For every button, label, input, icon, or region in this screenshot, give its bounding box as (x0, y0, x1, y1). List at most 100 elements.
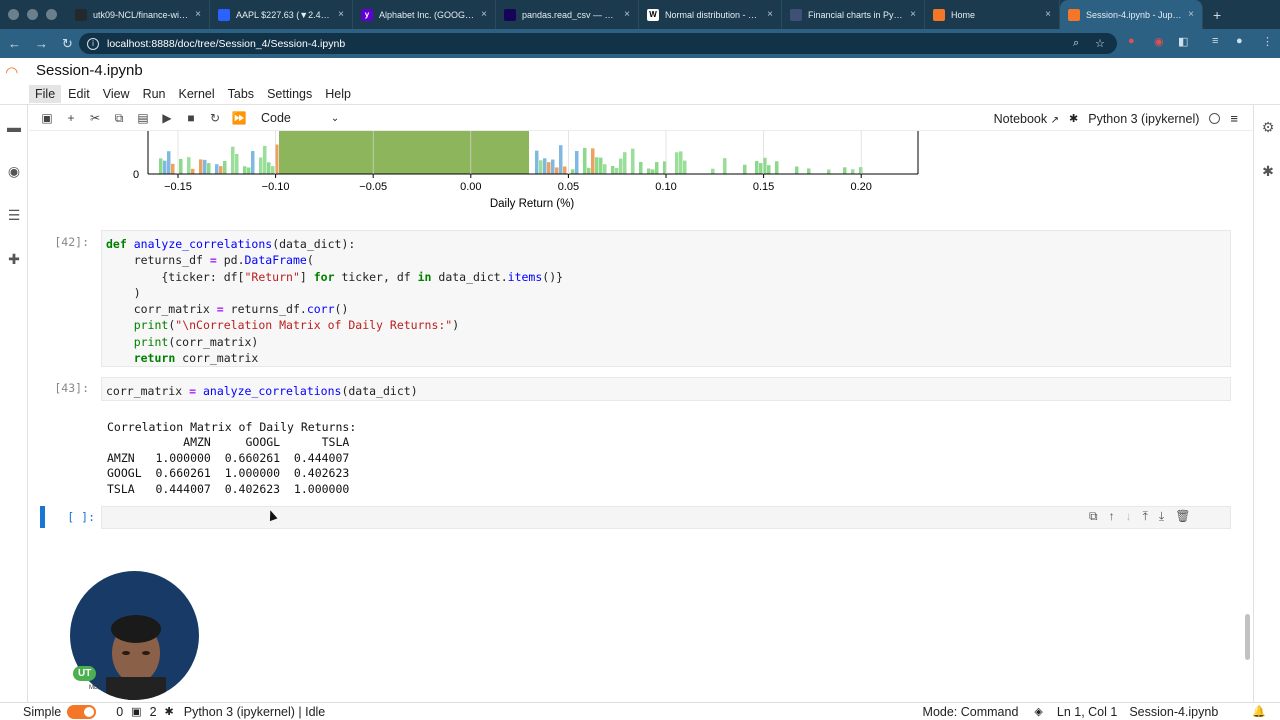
add-cell-icon[interactable]: + (59, 111, 83, 125)
browser-tab[interactable]: Home × (925, 0, 1060, 29)
code-line: corr_matrix = analyze_correlations(data_… (106, 384, 418, 398)
histogram-bar (259, 157, 263, 174)
tab-close-icon[interactable]: × (910, 9, 916, 20)
run-icon[interactable]: ▶ (155, 111, 179, 125)
tab-favicon-icon (1068, 8, 1080, 21)
browser-tab[interactable]: Financial charts in Python × (782, 0, 925, 29)
tab-close-icon[interactable]: × (481, 9, 487, 20)
x-tick-label: 0.05 (558, 181, 579, 193)
notebook-title[interactable]: Session-4.ipynb (36, 62, 143, 79)
url-bar[interactable]: i localhost:8888/doc/tree/Session_4/Sess… (79, 33, 1117, 54)
site-info-icon[interactable]: i (87, 37, 99, 50)
menu-file[interactable]: File (29, 85, 62, 103)
window-controls[interactable] (0, 9, 67, 20)
zoom-icon[interactable]: ⌕ (1073, 37, 1079, 50)
jupyter-logo-icon[interactable]: ◠ (6, 63, 18, 81)
tab-title: utk09-NCL/finance-with- (93, 9, 190, 20)
menu-view[interactable]: View (97, 85, 136, 103)
tab-close-icon[interactable]: × (1045, 9, 1051, 20)
tab-close-icon[interactable]: × (767, 9, 773, 20)
cell-type-select[interactable]: Code ⌄ (261, 111, 339, 125)
tab-title: Normal distribution - Wiki (665, 9, 762, 20)
histogram-bar (543, 158, 547, 174)
menu-run[interactable]: Run (137, 85, 172, 103)
tab-title: Home (951, 9, 976, 20)
forward-icon[interactable]: → (35, 36, 48, 52)
insert-above-icon[interactable]: ⤒ (1143, 509, 1148, 524)
tab-favicon-icon: y (361, 8, 373, 21)
stop-icon[interactable]: ■ (179, 111, 203, 125)
profile-avatar-icon[interactable]: ● (1236, 35, 1243, 47)
kernel-name[interactable]: Python 3 (ipykernel) (1088, 112, 1199, 126)
histogram-bar (603, 164, 607, 174)
menu-kernel[interactable]: Kernel (173, 85, 221, 103)
tab-close-icon[interactable]: × (338, 9, 344, 20)
browser-tab[interactable]: AAPL $227.63 (▼2.40%) × (210, 0, 353, 29)
new-tab-button[interactable]: + (1203, 7, 1231, 23)
menu-settings[interactable]: Settings (261, 85, 318, 103)
browser-tab[interactable]: W Normal distribution - Wiki × (639, 0, 782, 29)
toc-icon[interactable]: ☰ (6, 207, 22, 223)
extension-icon[interactable]: ● (1128, 35, 1135, 47)
histogram-bar (191, 168, 195, 174)
menu-edit[interactable]: Edit (62, 85, 96, 103)
ublock-icon[interactable]: ◉ (1154, 35, 1164, 48)
bookmark-star-icon[interactable]: ☆ (1095, 37, 1105, 50)
chevron-down-icon: ⌄ (330, 112, 340, 124)
delete-cell-icon[interactable]: 🗑 (1175, 509, 1190, 524)
notebook-scrollbar[interactable] (1245, 614, 1250, 660)
output-header: AMZN GOOGL TSLA (107, 435, 350, 450)
notebook-view-button[interactable]: Notebook ↗ (994, 112, 1059, 126)
extensions-puzzle-icon[interactable]: ◧ (1178, 35, 1188, 48)
media-icon[interactable]: ≡ (1212, 35, 1218, 47)
cursor-position[interactable]: Ln 1, Col 1 (1057, 705, 1117, 719)
code-cell-43[interactable]: corr_matrix = analyze_correlations(data_… (101, 377, 1231, 401)
histogram-bar (807, 168, 811, 174)
code-line: def analyze_correlations(data_dict): (106, 237, 356, 251)
menu-tabs[interactable]: Tabs (222, 85, 260, 103)
tab-favicon-icon (75, 8, 87, 21)
run-all-icon[interactable]: ⏩ (227, 111, 251, 125)
browser-tab[interactable]: y Alphabet Inc. (GOOGL) s × (353, 0, 496, 29)
duplicate-cell-icon[interactable]: ⧉ (1089, 509, 1098, 524)
tab-title: pandas.read_csv — panda (522, 9, 618, 20)
histogram-bar (235, 153, 239, 174)
jupyter-header (0, 58, 1280, 85)
tab-close-icon[interactable]: × (195, 9, 201, 20)
histogram-bar (547, 162, 551, 174)
tab-favicon-icon (790, 8, 802, 21)
notebook-panel[interactable]: 0 −0.15 −0.10 −0.05 0.00 0.05 0.10 0.15 0.20 Da… (29, 131, 1253, 702)
hamburger-menu-icon[interactable]: ≡ (1230, 111, 1238, 126)
histogram-bar (163, 160, 167, 174)
kernel-status[interactable]: Python 3 (ipykernel) | Idle (184, 705, 326, 719)
save-icon[interactable]: ▣ (35, 111, 59, 125)
tab-close-icon[interactable]: × (624, 9, 630, 20)
kernel-settings-icon[interactable]: ✱ (1069, 112, 1078, 125)
tab-close-icon[interactable]: × (1188, 9, 1194, 20)
simple-mode-toggle[interactable] (67, 704, 97, 719)
move-up-icon[interactable]: ↑ (1109, 509, 1115, 524)
extensions-icon[interactable]: ✚ (6, 251, 22, 267)
restart-icon[interactable]: ↻ (203, 111, 227, 125)
back-icon[interactable]: ← (8, 36, 21, 52)
browser-tab[interactable]: utk09-NCL/finance-with- × (67, 0, 210, 29)
browser-menu-icon[interactable]: ⋮ (1262, 35, 1273, 48)
menu-help[interactable]: Help (319, 85, 357, 103)
notification-bell-icon[interactable]: 🔔 (1252, 705, 1266, 718)
paste-icon[interactable]: ▤ (131, 111, 155, 125)
cell-type-value: Code (261, 111, 291, 125)
running-icon[interactable]: ◉ (6, 163, 22, 179)
move-down-icon[interactable]: ↓ (1126, 509, 1132, 524)
menu-bar: File Edit View Run Kernel Tabs Settings Help (0, 84, 1280, 105)
browser-tab[interactable]: pandas.read_csv — panda × (496, 0, 639, 29)
browser-tab[interactable]: Session-4.ipynb - Jupyte × (1060, 0, 1203, 29)
reload-icon[interactable]: ↻ (62, 36, 73, 52)
histogram-bar (611, 165, 615, 174)
folder-icon[interactable]: ▬ (6, 119, 22, 135)
debugger-icon[interactable]: ✱ (1260, 163, 1276, 179)
code-cell-42[interactable]: def analyze_correlations(data_dict): ret… (101, 230, 1231, 367)
property-inspector-icon[interactable]: ⚙ (1260, 119, 1276, 135)
copy-icon[interactable]: ⧉ (107, 111, 131, 126)
cut-icon[interactable]: ✂ (83, 111, 107, 125)
insert-below-icon[interactable]: ⤓ (1159, 509, 1164, 524)
